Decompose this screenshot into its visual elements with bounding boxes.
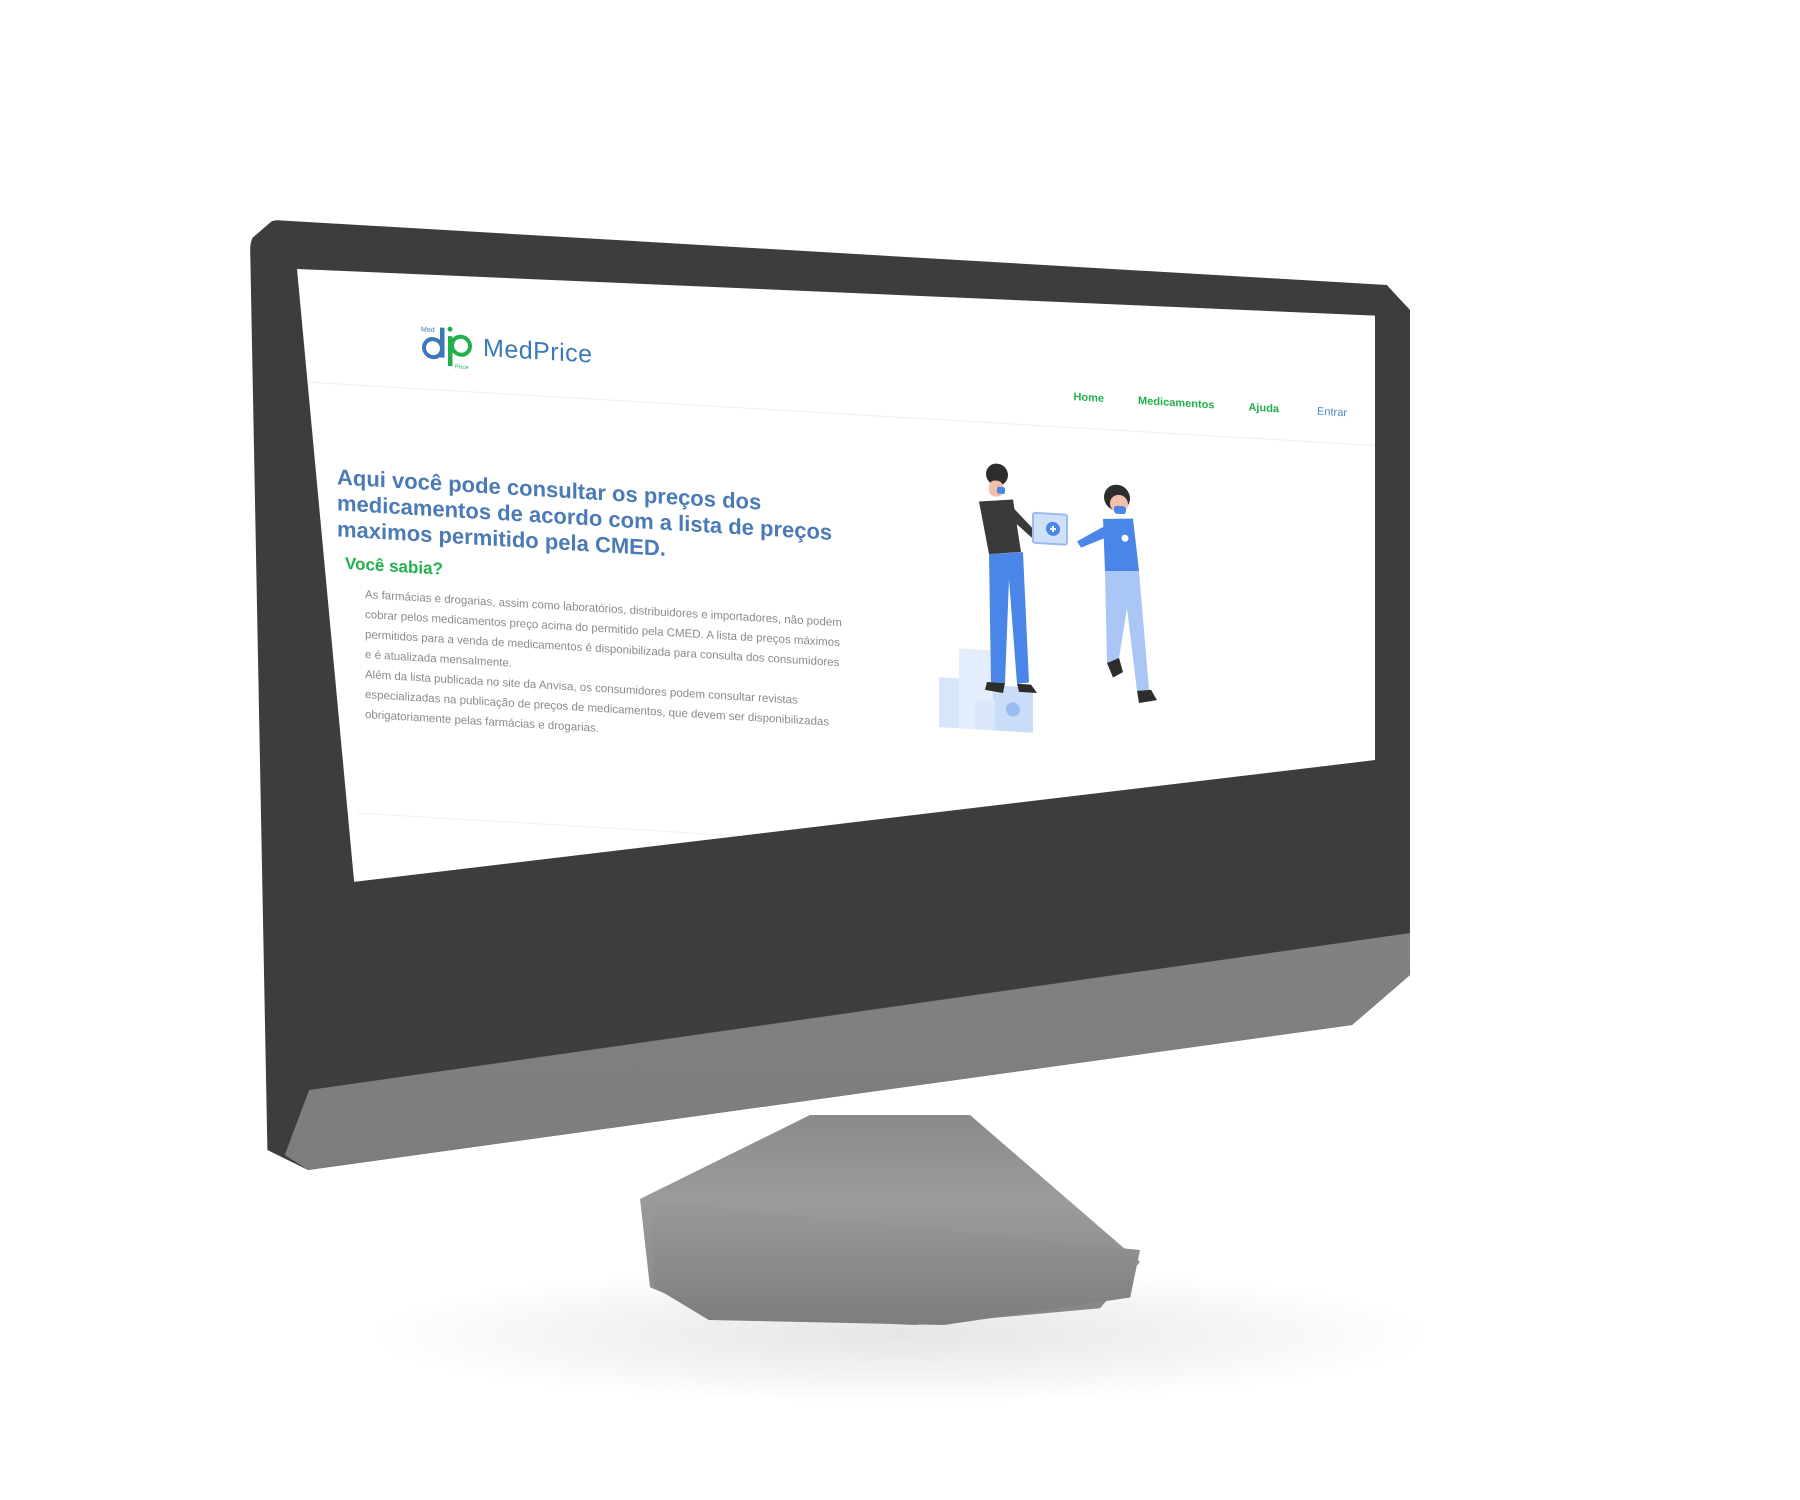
nav-ajuda[interactable]: Ajuda <box>1248 402 1279 416</box>
nav-entrar[interactable]: Entrar <box>1317 406 1347 420</box>
nav-medicamentos[interactable]: Medicamentos <box>1138 395 1214 412</box>
pharmacy-handover-illustration <box>939 463 1157 733</box>
logo-small-bottom: Price <box>455 364 469 371</box>
monitor-mockup-scene: Med Price MedPrice Home Medicamentos Aju… <box>0 0 1800 1500</box>
did-you-know-heading: Você sabia? <box>345 553 443 579</box>
main-nav: Home Medicamentos Ajuda Entrar <box>1073 391 1347 419</box>
logo-small-top: Med <box>421 326 435 334</box>
medprice-logo-icon[interactable]: Med Price <box>419 320 479 372</box>
nav-home[interactable]: Home <box>1073 391 1104 405</box>
hero-title: Aqui você pode consultar os preços dos m… <box>337 464 833 561</box>
brand-name[interactable]: MedPrice <box>483 334 593 370</box>
